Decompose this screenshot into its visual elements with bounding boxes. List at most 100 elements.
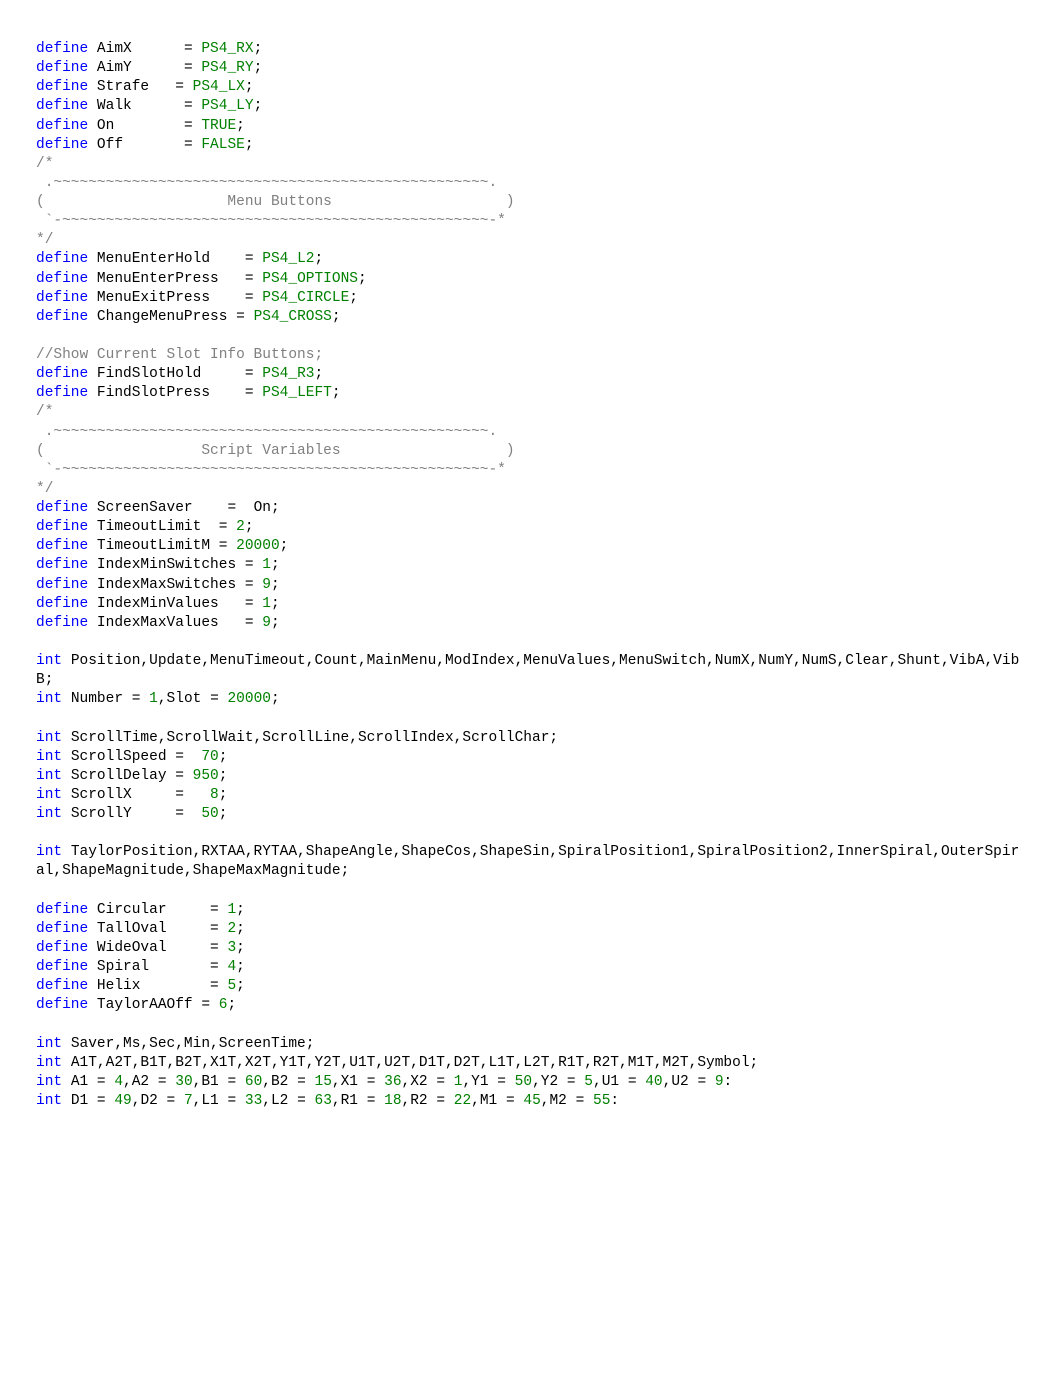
code-token-cn: FALSE xyxy=(201,137,245,153)
code-token-cn: 4 xyxy=(227,959,236,975)
code-token-op: ; xyxy=(271,596,280,612)
code-token-kw: define xyxy=(36,41,97,57)
code-token-op: = xyxy=(201,997,218,1013)
code-token-op: = xyxy=(175,768,192,784)
code-token-op: = xyxy=(245,385,262,401)
code-token-op: ; xyxy=(236,940,245,956)
code-token-cn: PS4_L2 xyxy=(262,251,314,267)
code-token-op: ; xyxy=(227,997,236,1013)
code-token-nm: On xyxy=(97,118,184,134)
code-token-cn: PS4_LY xyxy=(201,98,253,114)
code-token-cn: 15 xyxy=(315,1074,332,1090)
code-token-op: = xyxy=(227,1074,244,1090)
code-token-op: = xyxy=(245,557,262,573)
code-token-op: = xyxy=(184,41,201,57)
code-token-cn: 30 xyxy=(175,1074,192,1090)
code-token-cn: 18 xyxy=(384,1093,401,1109)
code-token-cn: 9 xyxy=(262,577,271,593)
code-token-kw: define xyxy=(36,385,97,401)
code-token-kw: define xyxy=(36,271,97,287)
code-token-op: = xyxy=(175,79,192,95)
code-token-kw: define xyxy=(36,615,97,631)
code-token-cn: 1 xyxy=(262,596,271,612)
code-token-op: = xyxy=(210,902,227,918)
code-token-op: , xyxy=(402,1093,411,1109)
code-token-nm: L1 xyxy=(201,1093,227,1109)
code-token-cn: PS4_LEFT xyxy=(262,385,332,401)
code-token-op: ; xyxy=(254,60,263,76)
code-token-cn: 36 xyxy=(384,1074,401,1090)
code-token-cn: 5 xyxy=(227,978,236,994)
code-token-nm: TaylorPosition,RXTAA,RYTAA,ShapeAngle,Sh… xyxy=(36,844,1019,879)
code-token-op: = xyxy=(210,940,227,956)
code-token-kw: define xyxy=(36,978,97,994)
code-token-kw: int xyxy=(36,749,71,765)
code-token-cn: 950 xyxy=(193,768,219,784)
code-token-cn: 50 xyxy=(201,806,218,822)
code-token-op: : xyxy=(610,1093,619,1109)
code-token-kw: int xyxy=(36,730,71,746)
code-token-nm: A1 xyxy=(71,1074,97,1090)
code-token-op: = xyxy=(245,290,262,306)
code-token-op: ; xyxy=(271,691,280,707)
code-token-nm: IndexMinValues xyxy=(97,596,245,612)
code-token-op: ; xyxy=(271,615,280,631)
code-token-op: = xyxy=(184,60,201,76)
code-token-kw: int xyxy=(36,787,71,803)
code-token-nm: B1 xyxy=(201,1074,227,1090)
code-token-kw: define xyxy=(36,902,97,918)
code-token-op: ; xyxy=(236,978,245,994)
code-token-kw: define xyxy=(36,577,97,593)
code-token-op: = xyxy=(245,251,262,267)
code-token-op: ; xyxy=(549,730,558,746)
code-token-cn: PS4_R3 xyxy=(262,366,314,382)
code-token-op: = xyxy=(210,959,227,975)
code-token-kw: define xyxy=(36,596,97,612)
code-token-kw: define xyxy=(36,940,97,956)
code-token-cn: 1 xyxy=(227,902,236,918)
code-token-op: = xyxy=(506,1093,523,1109)
code-token-op: , xyxy=(332,1074,341,1090)
code-token-op: ; xyxy=(219,787,228,803)
code-token-kw: int xyxy=(36,653,71,669)
code-token-op: ; xyxy=(349,290,358,306)
code-token-nm: R2 xyxy=(410,1093,436,1109)
code-token-nm: IndexMaxSwitches xyxy=(97,577,245,593)
code-token-op: ; xyxy=(314,251,323,267)
code-token-op: ; xyxy=(236,959,245,975)
code-token-kw: int xyxy=(36,1055,71,1071)
code-token-op: ; xyxy=(271,577,280,593)
code-token-cm: /* .~~~~~~~~~~~~~~~~~~~~~~~~~~~~~~~~~~~~… xyxy=(36,156,515,249)
code-token-op: , xyxy=(462,1074,471,1090)
code-token-nm: L2 xyxy=(271,1093,297,1109)
code-token-nm: IndexMinSwitches xyxy=(97,557,245,573)
code-token-op: = xyxy=(184,98,201,114)
code-token-op: , xyxy=(332,1093,341,1109)
code-token-nm: ScrollX xyxy=(71,787,175,803)
code-token-op: ; xyxy=(245,79,254,95)
code-token-nm: WideOval xyxy=(97,940,210,956)
code-token-op: ; xyxy=(254,41,263,57)
code-token-nm: Y2 xyxy=(541,1074,567,1090)
code-token-nm: A1T,A2T,B1T,B2T,X1T,X2T,Y1T,Y2T,U1T,U2T,… xyxy=(71,1055,750,1071)
code-token-nm: Y1 xyxy=(471,1074,497,1090)
code-token-cn: PS4_LX xyxy=(193,79,245,95)
code-token-kw: int xyxy=(36,1074,71,1090)
code-token-op: = xyxy=(245,271,262,287)
code-token-kw: define xyxy=(36,79,97,95)
code-token-nm: Helix xyxy=(97,978,210,994)
code-token-cn: 60 xyxy=(245,1074,262,1090)
code-token-op: = xyxy=(567,1074,584,1090)
code-token-cn: 20000 xyxy=(236,538,280,554)
code-token-op: ; xyxy=(750,1055,759,1071)
code-token-op: = xyxy=(219,538,236,554)
code-token-nm: MenuEnterHold xyxy=(97,251,245,267)
code-token-op: ; xyxy=(236,118,245,134)
code-token-cn: 9 xyxy=(262,615,271,631)
code-token-nm: U1 xyxy=(602,1074,628,1090)
code-token-nm: M2 xyxy=(549,1093,575,1109)
code-token-kw: define xyxy=(36,959,97,975)
code-token-cn: PS4_RX xyxy=(201,41,253,57)
code-token-op: = xyxy=(497,1074,514,1090)
code-token-op: = xyxy=(245,577,262,593)
